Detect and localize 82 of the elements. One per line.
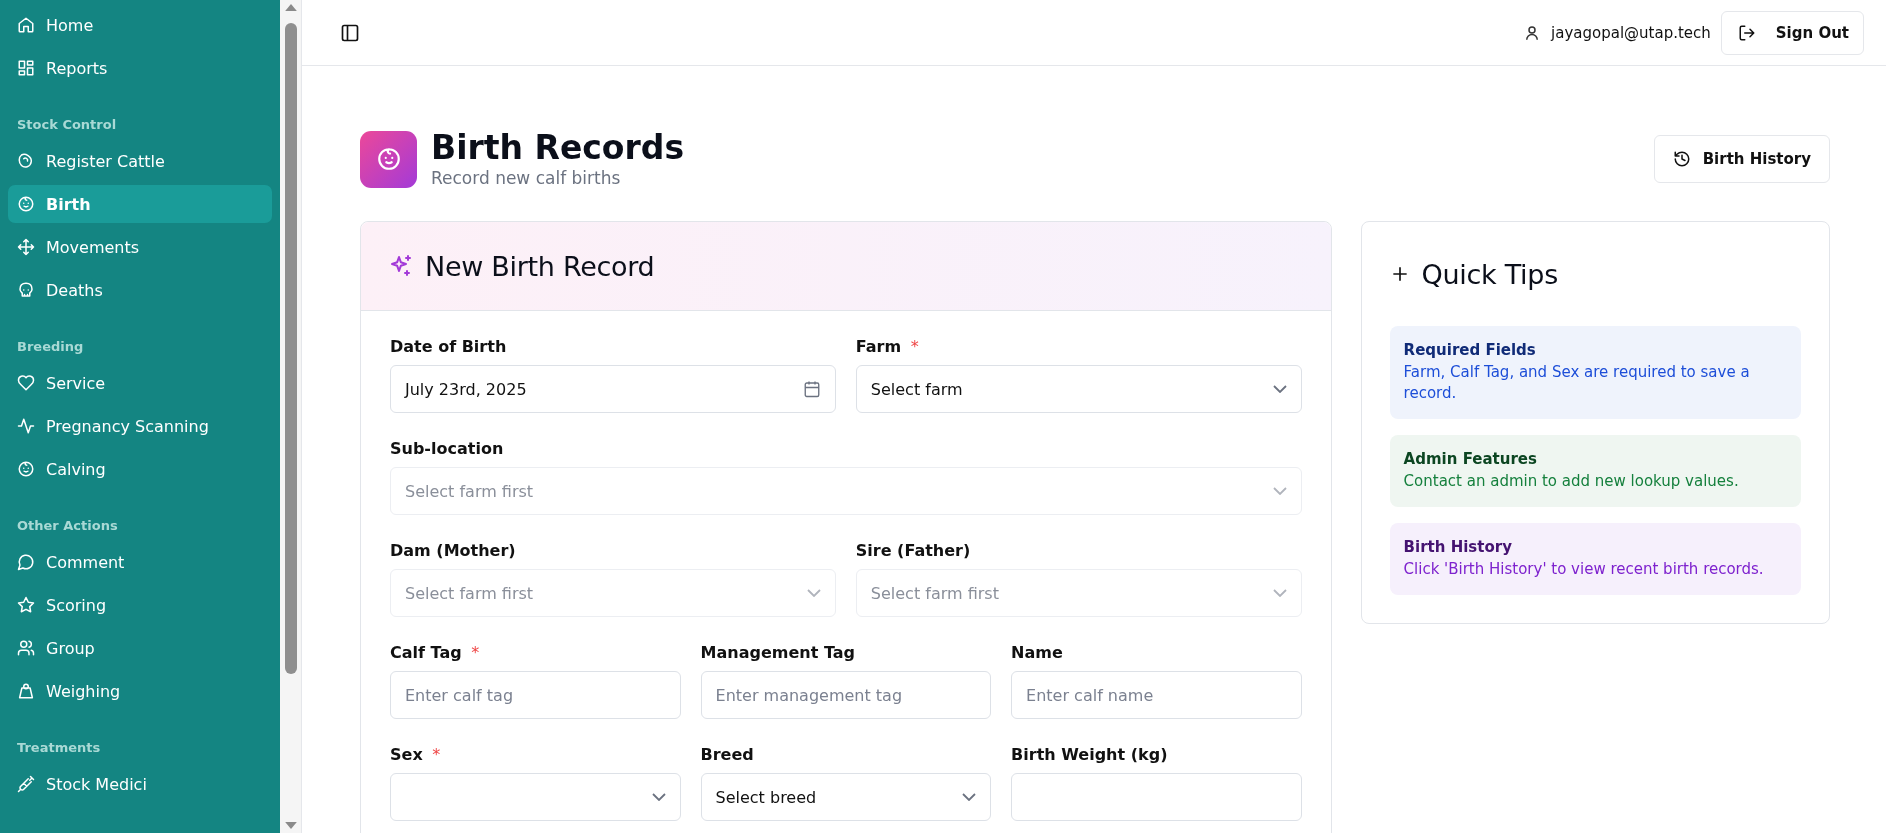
sidebar-item[interactable]: Scoring [8,586,272,624]
tip-title: Admin Features [1403,450,1538,469]
field-label: Breed [700,745,754,765]
chevron-down-icon [806,589,821,598]
tip-text: Contact an admin to add new lookup values. [1403,471,1740,493]
select-field[interactable]: Select breed [700,773,992,822]
page-title: Birth Records [431,130,685,167]
baby-face-icon [375,146,402,173]
text-field[interactable]: Enter management tag [700,671,992,720]
form-title: New Birth Record [425,250,655,282]
scrollbar[interactable] [280,0,302,833]
tip-text: Farm, Calf Tag, and Sex are required to save a record. [1403,362,1751,405]
sidebar-item[interactable]: Birth [8,185,272,223]
select-field[interactable] [390,773,681,822]
home-icon [17,16,35,34]
required-mark: * [910,337,919,357]
birth-history-button[interactable]: Birth History [1653,135,1830,184]
field-label: Farm [855,337,902,357]
user-email: jayagopal@utap.tech [1551,23,1711,42]
pulse-icon [17,417,35,435]
weight-icon [17,682,35,700]
users-icon [17,639,35,657]
date-field[interactable]: July 23rd, 2025 [390,365,836,414]
chevron-down-icon [651,793,666,802]
sparkle-icon [389,254,413,279]
field-label: Sire (Father) [855,541,971,561]
required-mark: * [432,745,441,765]
sidebar-item[interactable]: Pregnancy Scanning [8,407,272,445]
chevron-down-icon [962,793,977,802]
chevron-down-icon [1272,589,1287,598]
skull-icon [17,281,35,299]
scroll-up-icon[interactable] [284,4,297,11]
scrollbar-thumb[interactable] [284,23,297,674]
required-mark: * [471,643,480,663]
grid-icon [17,59,35,77]
sidebar-item[interactable]: Service [8,364,272,402]
select-field[interactable]: Select farm [855,365,1302,414]
sidebar-item[interactable]: Weighing [8,672,272,710]
text-field[interactable]: Enter calf tag [390,671,681,720]
chevron-down-icon [1272,487,1287,496]
text-field[interactable] [1011,773,1302,822]
section-heading: Breeding [16,338,85,356]
sidebar-item[interactable]: Home [8,6,272,44]
syringe-icon [17,775,35,793]
sidebar-toggle-icon[interactable] [340,22,360,43]
chevron-down-icon [1272,385,1287,394]
page-subtitle: Record new calf births [431,168,622,189]
sidebar-item[interactable]: Group [8,629,272,667]
sidebar-item[interactable]: Comment [8,543,272,581]
baby-face-icon [17,460,35,478]
field-label: Sub-location [390,439,504,459]
section-heading: Treatments [16,739,102,757]
tips-title: Quick Tips [1421,258,1558,290]
sidebar-item[interactable]: Register Cattle [8,142,272,180]
field-label: Name [1011,643,1063,663]
sign-out-button[interactable]: Sign Out [1720,10,1864,55]
section-heading: Other Actions [16,517,119,535]
tip-title: Birth History [1403,538,1513,557]
field-label: Date of Birth [390,337,507,357]
baby-face-icon [17,195,35,213]
calendar-icon [802,380,821,399]
logout-icon [1737,23,1756,42]
field-label: Management Tag [700,643,855,663]
sidebar-item[interactable]: Reports [8,49,272,87]
field-label: Birth Weight (kg) [1011,745,1168,765]
sidebar-item[interactable]: Deaths [8,271,272,309]
scroll-down-icon[interactable] [284,822,297,829]
tip-text: Click 'Birth History' to view recent birth records. [1403,559,1765,581]
field-label: Sex [390,745,423,765]
sidebar-item[interactable]: Calving [8,450,272,488]
tip-title: Required Fields [1403,341,1537,360]
history-icon [1672,150,1691,169]
sidebar-item[interactable]: Movements [8,228,272,266]
heart-icon [17,374,35,392]
field-label: Calf Tag [390,643,462,663]
star-icon [17,596,35,614]
text-field[interactable]: Enter calf name [1011,671,1302,720]
section-heading: Stock Control [16,116,118,134]
move-arrows-icon [17,238,35,256]
field-label: Dam (Mother) [390,541,516,561]
sidebar-item[interactable]: Stock Medici [8,765,272,803]
speech-bubble-icon [17,553,35,571]
